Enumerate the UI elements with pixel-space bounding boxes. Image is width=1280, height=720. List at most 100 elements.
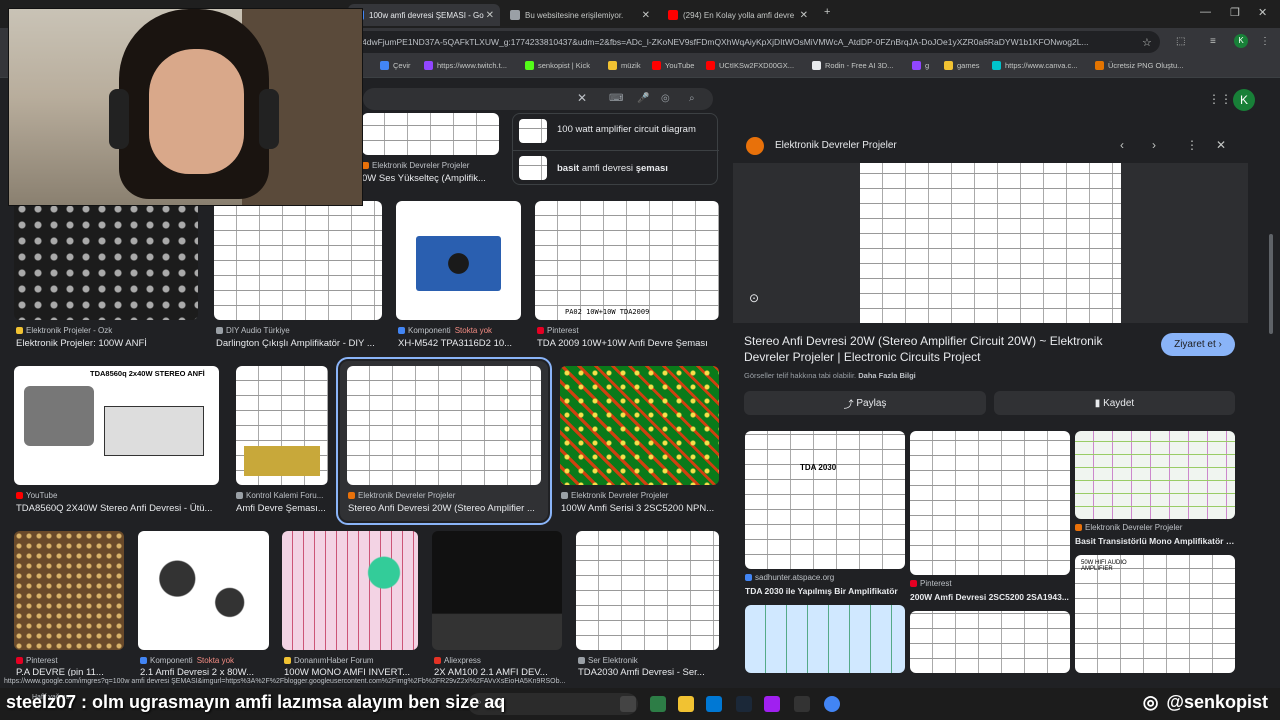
related-thumb[interactable]: TDA 2030 xyxy=(745,431,905,569)
prev-icon[interactable]: ‹ xyxy=(1120,138,1124,152)
result-title[interactable]: Stereo Anfi Devresi 20W (Stereo Amplifie… xyxy=(348,503,544,514)
related-thumb[interactable]: 50W HIFI AUDIO AMPLIFIER xyxy=(1075,555,1235,673)
visit-button[interactable]: Ziyaret et › xyxy=(1161,333,1235,356)
extensions-icon[interactable]: ⬚ xyxy=(1176,36,1185,47)
bookmark-item[interactable]: g xyxy=(912,61,929,70)
result-title[interactable]: 2X AM100 2.1 AMFI DEV... xyxy=(434,667,566,676)
bookmark-label: YouTube xyxy=(665,61,695,70)
result-title[interactable]: XH-M542 TPA3116D2 10... xyxy=(398,338,523,349)
steam-icon[interactable] xyxy=(736,696,752,712)
address-bar[interactable]: 4dwFjumPE1ND37A-5QAFkTLXUW_g:17742338104… xyxy=(340,31,1160,53)
scrollbar-thumb[interactable] xyxy=(1269,234,1273,334)
related-title[interactable]: 200W Amfi Devresi 2SC5200 2SA1943... xyxy=(910,592,1070,602)
folder-icon[interactable] xyxy=(678,696,694,712)
tab-active[interactable]: 100w amfi devresi ŞEMASI - Go ✕ xyxy=(348,4,500,26)
result-title[interactable]: TDA 2009 10W+10W Anfi Devre Şeması xyxy=(537,338,722,349)
related-thumb[interactable] xyxy=(910,611,1070,673)
result-title[interactable]: TDA8560Q 2X40W Stereo Anfi Devresi - Ütü… xyxy=(16,503,226,514)
result-thumb[interactable] xyxy=(362,113,499,155)
bookmark-item[interactable]: UCtIKSw2FXD00GX... xyxy=(706,61,794,70)
task-view-icon[interactable] xyxy=(620,696,636,712)
related-thumb[interactable] xyxy=(910,431,1070,575)
lens-icon[interactable]: ◎ xyxy=(661,93,670,104)
new-tab-icon[interactable]: + xyxy=(824,6,830,18)
result-title[interactable]: Elektronik Projeler: 100W ANFİ xyxy=(16,338,201,349)
chrome-icon[interactable] xyxy=(824,696,840,712)
bookmark-item[interactable]: Çevir xyxy=(380,61,411,70)
close-tab-icon[interactable]: ✕ xyxy=(486,10,494,21)
result-thumb[interactable] xyxy=(138,531,269,650)
more-options-icon[interactable]: ⋮ xyxy=(1186,138,1198,152)
result-title[interactable]: 100W MONO AMFI INVERT... xyxy=(284,667,424,676)
result-thumb[interactable]: PA02 10W+10W TDA2009 xyxy=(535,201,719,320)
keyboard-icon[interactable]: ⌨ xyxy=(609,93,623,104)
store-icon[interactable] xyxy=(706,696,722,712)
bookmark-item[interactable]: müzik xyxy=(608,61,641,70)
next-icon[interactable]: › xyxy=(1152,138,1156,152)
related-thumb[interactable] xyxy=(1075,431,1235,519)
clear-icon[interactable]: ✕ xyxy=(577,91,587,105)
result-title[interactable]: Darlington Çıkışlı Amplifikatör - DIY ..… xyxy=(216,338,386,349)
result-thumb[interactable] xyxy=(14,531,124,650)
chat-icon[interactable] xyxy=(650,696,666,712)
media-icon[interactable]: ≡ xyxy=(1210,36,1216,47)
close-panel-icon[interactable]: ✕ xyxy=(1216,138,1226,152)
panel-site[interactable]: Elektronik Devreler Projeler xyxy=(775,140,897,151)
result-thumb[interactable] xyxy=(14,201,198,320)
site-icon xyxy=(398,327,405,334)
result-thumb[interactable] xyxy=(214,201,382,320)
result-thumb[interactable] xyxy=(282,531,418,650)
search-input[interactable]: ✕ ⌨ 🎤 ◎ ⌕ xyxy=(363,88,713,110)
suggestion-1[interactable]: 100 watt amplifier circuit diagram xyxy=(557,124,696,135)
suggestion-2[interactable]: basit amfi devresi şeması xyxy=(557,163,668,174)
result-thumb[interactable] xyxy=(576,531,719,650)
source-label: Elektronik Devreler Projeler xyxy=(372,161,470,170)
result-title[interactable]: 0W Ses Yükselteç (Amplifik... xyxy=(362,173,507,184)
bookmark-item[interactable]: https://www.canva.c... xyxy=(992,61,1078,70)
related-title[interactable]: TDA 2030 ile Yapılmış Bir Amplifikatör xyxy=(745,586,905,596)
bookmark-item[interactable]: https://www.twitch.t... xyxy=(424,61,507,70)
search-icon[interactable]: ⌕ xyxy=(689,93,695,104)
bookmark-item[interactable]: Ücretsiz PNG Oluştu... xyxy=(1095,61,1183,70)
profile-avatar[interactable]: K xyxy=(1234,34,1248,48)
result-title[interactable]: Amfi Devre Şeması... xyxy=(236,503,336,514)
share-button[interactable]: ⤴ Paylaş xyxy=(744,391,986,415)
close-window-icon[interactable]: ✕ xyxy=(1258,6,1267,19)
close-tab-icon[interactable]: ✕ xyxy=(800,10,808,21)
obs-icon[interactable] xyxy=(764,696,780,712)
related-thumb[interactable] xyxy=(745,605,905,673)
star-icon[interactable]: ☆ xyxy=(1142,36,1152,49)
result-title[interactable]: TDA2030 Amfi Devresi - Ser... xyxy=(578,667,722,676)
epic-icon[interactable] xyxy=(794,696,810,712)
tab-2[interactable]: Bu websitesine erişilemiyor. ✕ xyxy=(504,4,656,26)
bookmark-item[interactable]: games xyxy=(944,61,980,70)
result-thumb-selected[interactable] xyxy=(347,366,541,485)
menu-icon[interactable]: ⋮ xyxy=(1260,36,1270,47)
save-button[interactable]: ▮ Kaydet xyxy=(994,391,1235,415)
result-title[interactable]: 2.1 Amfi Devresi 2 x 80W... xyxy=(140,667,272,676)
source-label: Ser Elektronik xyxy=(588,656,638,665)
apps-icon[interactable]: ⋮⋮ xyxy=(1208,92,1232,106)
result-title[interactable]: 100W Amfi Serisi 3 2SC5200 NPN... xyxy=(561,503,721,514)
result-thumb[interactable] xyxy=(560,366,719,485)
related-title[interactable]: Basit Transistörlü Mono Amplifikatör - .… xyxy=(1075,536,1235,546)
result-thumb[interactable] xyxy=(236,366,328,485)
panel-title[interactable]: Stereo Anfi Devresi 20W (Stereo Amplifie… xyxy=(744,333,1124,365)
result-thumb[interactable]: TDA8560q 2x40W STEREO ANFİ xyxy=(14,366,219,485)
mic-icon[interactable]: 🎤 xyxy=(637,93,649,104)
result-title[interactable]: P.A DEVRE (pin 11... xyxy=(16,667,128,676)
minimize-icon[interactable]: — xyxy=(1200,6,1211,18)
result-thumb[interactable] xyxy=(396,201,521,320)
maximize-icon[interactable]: ❐ xyxy=(1230,6,1240,19)
scrollbar-track[interactable] xyxy=(1268,126,1274,676)
account-avatar[interactable]: K xyxy=(1233,89,1255,111)
bookmark-item[interactable]: Rodin - Free AI 3D... xyxy=(812,61,893,70)
bookmark-item[interactable]: YouTube xyxy=(652,61,694,70)
result-thumb[interactable] xyxy=(432,531,562,650)
lens-search-icon[interactable]: ⊙ xyxy=(749,291,759,305)
close-tab-icon[interactable]: ✕ xyxy=(642,10,650,21)
bookmark-item[interactable]: senkopist | Kick xyxy=(525,61,590,70)
learn-more-link[interactable]: Daha Fazla Bilgi xyxy=(858,371,916,380)
preview-image[interactable] xyxy=(860,163,1121,323)
tab-3[interactable]: (294) En Kolay yolla amfi devre ✕ xyxy=(662,4,814,26)
